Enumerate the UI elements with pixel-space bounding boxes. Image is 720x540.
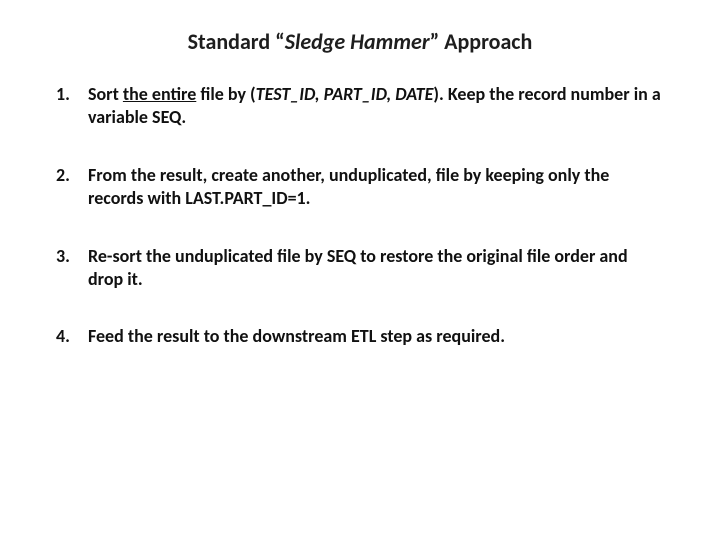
title-quote-close: ” [430,28,440,55]
list-item: 2. From the result, create another, undu… [56,164,664,211]
step-number: 1. [56,83,88,106]
steps-list: 1. Sort the entire file by (TEST_ID, PAR… [56,83,664,349]
step-body: Feed the result to the downstream ETL st… [88,325,664,348]
step-number: 4. [56,325,88,348]
underlined-text: the entire [123,83,196,105]
title-quote-open: “ [275,28,285,55]
slide: Standard “Sledge Hammer” Approach 1. Sor… [0,0,720,540]
title-post: Approach [439,28,532,55]
italic-text: TEST_ID, PART_ID, DATE [256,83,434,105]
title-emph: Sledge Hammer [285,28,430,55]
step-body: From the result, create another, undupli… [88,164,664,211]
step-number: 3. [56,245,88,268]
list-item: 4. Feed the result to the downstream ETL… [56,325,664,348]
list-item: 1. Sort the entire file by (TEST_ID, PAR… [56,83,664,130]
title-pre: Standard [188,28,275,55]
step-number: 2. [56,164,88,187]
step-body: Re-sort the unduplicated file by SEQ to … [88,245,664,292]
slide-title: Standard “Sledge Hammer” Approach [56,28,664,55]
text-fragment: file by ( [196,83,255,105]
text-fragment: Sort [88,83,123,105]
list-item: 3. Re-sort the unduplicated file by SEQ … [56,245,664,292]
step-body: Sort the entire file by (TEST_ID, PART_I… [88,83,664,130]
